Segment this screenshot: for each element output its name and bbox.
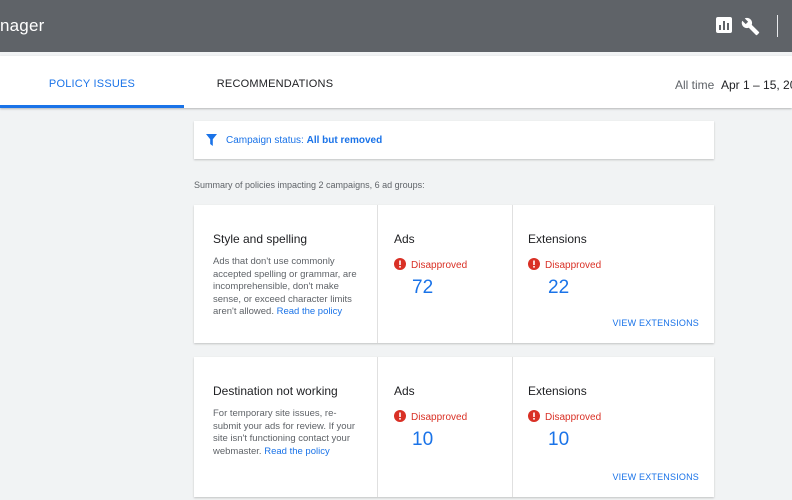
extensions-heading: Extensions (528, 232, 587, 246)
filter-label: Campaign status: (226, 135, 304, 146)
ads-count[interactable]: 10 (412, 429, 433, 451)
policy-description: Ads that don't use commonly accepted spe… (213, 256, 363, 319)
ads-status-label: Disapproved (411, 412, 468, 423)
extensions-status-label: Disapproved (545, 412, 602, 423)
date-range-picker[interactable]: Apr 1 – 15, 20 (721, 78, 792, 92)
ads-heading: Ads (394, 232, 415, 246)
error-icon (528, 258, 540, 271)
extensions-column: Extensions Disapproved 22 VIEW EXTENSION… (513, 205, 714, 343)
policy-title: Destination not working (213, 384, 338, 398)
extensions-status: Disapproved (528, 258, 602, 271)
summary-text: Summary of policies impacting 2 campaign… (194, 180, 425, 190)
ads-status-label: Disapproved (411, 260, 468, 271)
error-icon (528, 410, 540, 423)
ads-column: Ads Disapproved 72 (378, 205, 513, 343)
error-icon (394, 410, 406, 423)
extensions-status-label: Disapproved (545, 260, 602, 271)
extensions-count[interactable]: 10 (548, 429, 569, 451)
extensions-column: Extensions Disapproved 10 VIEW EXTENSION… (513, 357, 714, 497)
view-extensions-button[interactable]: VIEW EXTENSIONS (612, 472, 699, 482)
ads-heading: Ads (394, 384, 415, 398)
filter-value: All but removed (306, 135, 383, 146)
extensions-heading: Extensions (528, 384, 587, 398)
extensions-status: Disapproved (528, 410, 602, 423)
tab-bar: POLICY ISSUES RECOMMENDATIONS All time A… (0, 56, 792, 108)
read-policy-link[interactable]: Read the policy (277, 306, 342, 317)
bar-chart-icon[interactable] (716, 17, 732, 33)
tab-recommendations[interactable]: RECOMMENDATIONS (200, 56, 350, 108)
policy-card: Style and spelling Ads that don't use co… (194, 205, 714, 343)
policy-info: Destination not working For temporary si… (194, 357, 378, 497)
filter-text: Campaign status: All but removed (226, 135, 382, 146)
error-icon (394, 258, 406, 271)
read-policy-link[interactable]: Read the policy (264, 446, 329, 457)
policy-card: Destination not working For temporary si… (194, 357, 714, 497)
extensions-count[interactable]: 22 (548, 277, 569, 299)
ads-status: Disapproved (394, 410, 468, 423)
policy-description: For temporary site issues, re-submit you… (213, 408, 363, 458)
date-range-label: All time (675, 78, 715, 92)
policy-info: Style and spelling Ads that don't use co… (194, 205, 378, 343)
campaign-status-filter[interactable]: Campaign status: All but removed (194, 121, 714, 159)
top-app-bar: nager (0, 0, 792, 52)
toolbar-divider (777, 15, 778, 37)
view-extensions-button[interactable]: VIEW EXTENSIONS (612, 318, 699, 328)
policy-title: Style and spelling (213, 232, 308, 246)
app-title: nager (0, 16, 45, 35)
ads-column: Ads Disapproved 10 (378, 357, 513, 497)
ads-status: Disapproved (394, 258, 468, 271)
filter-icon (206, 134, 217, 146)
ads-count[interactable]: 72 (412, 277, 433, 299)
wrench-icon[interactable] (741, 17, 760, 36)
tab-policy-issues[interactable]: POLICY ISSUES (0, 56, 184, 108)
